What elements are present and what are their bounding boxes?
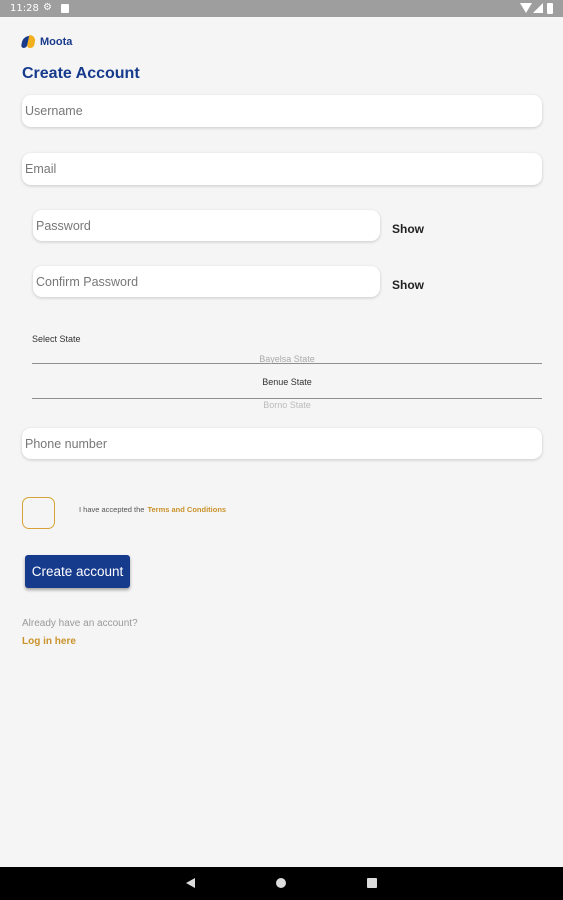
sd-card-icon <box>61 4 69 13</box>
signal-icon <box>533 3 543 13</box>
terms-checkbox[interactable] <box>22 497 55 529</box>
create-account-button[interactable]: Create account <box>25 555 130 588</box>
username-input[interactable] <box>22 95 542 127</box>
logo-text: Moota <box>40 36 73 48</box>
home-icon[interactable] <box>276 878 286 888</box>
state-option-selected[interactable]: Benue State <box>32 377 542 387</box>
email-input[interactable] <box>22 153 542 185</box>
login-link[interactable]: Log in here <box>22 636 76 647</box>
logo-mark-icon <box>20 35 37 49</box>
state-picker[interactable]: Bayelsa State Benue State Borno State <box>32 350 542 408</box>
confirm-password-input[interactable] <box>33 266 380 297</box>
show-password-button[interactable]: Show <box>392 222 424 236</box>
page-title: Create Account <box>22 65 140 82</box>
state-picker-label: Select State <box>32 334 81 344</box>
status-bar: 11:28 ⚙ <box>0 0 563 17</box>
terms-prefix: I have accepted the <box>79 505 145 514</box>
terms-link[interactable]: Terms and Conditions <box>147 505 226 514</box>
battery-icon <box>547 3 553 14</box>
state-option[interactable]: Borno State <box>32 400 542 408</box>
navigation-bar <box>0 867 563 900</box>
app-logo: Moota <box>20 35 73 49</box>
terms-text: I have accepted the Terms and Conditions <box>79 505 226 514</box>
status-time: 11:28 <box>10 3 39 14</box>
already-have-account-text: Already have an account? <box>22 618 138 629</box>
picker-divider-bottom <box>32 398 542 399</box>
password-input[interactable] <box>33 210 380 241</box>
back-icon[interactable] <box>186 878 195 888</box>
recents-icon[interactable] <box>367 878 377 888</box>
state-option[interactable]: Bayelsa State <box>32 354 542 364</box>
wifi-icon <box>520 3 532 13</box>
show-confirm-password-button[interactable]: Show <box>392 278 424 292</box>
phone-number-input[interactable] <box>22 428 542 459</box>
gear-icon: ⚙ <box>43 2 52 13</box>
